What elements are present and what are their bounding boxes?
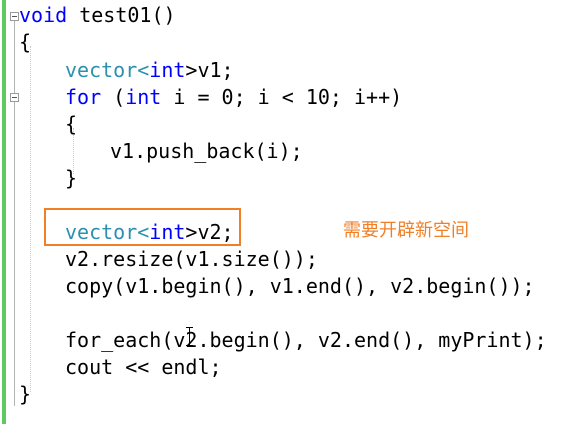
code-text: } xyxy=(65,166,78,190)
keyword: int xyxy=(125,85,162,109)
code-line: for_each(v2.begin(), v2.end(), myPrint); xyxy=(65,327,547,354)
collapse-for-loop-icon[interactable] xyxy=(10,93,19,102)
code-text: copy(v1.begin(), v1.end(), v2.begin()); xyxy=(65,274,535,298)
type-name: vector xyxy=(65,58,138,82)
text-cursor-icon xyxy=(186,327,193,346)
code-text: } xyxy=(19,382,32,406)
code-text: cout << endl; xyxy=(65,355,222,379)
code-line: v1.push_back(i); xyxy=(110,138,303,165)
code-text: ( xyxy=(101,85,126,109)
code-line: vector<int>v1; xyxy=(65,57,234,84)
change-indicator-bar xyxy=(2,0,6,424)
code-text: test01() xyxy=(67,3,176,27)
code-line: cout << endl; xyxy=(65,354,222,381)
keyword: void xyxy=(19,3,68,27)
code-text: v2.resize(v1.size()); xyxy=(65,247,318,271)
code-line: void test01() xyxy=(19,2,176,29)
annotation-highlight-box xyxy=(44,208,241,246)
code-text: { xyxy=(65,112,78,136)
keyword: int xyxy=(149,58,186,82)
code-line: { xyxy=(19,29,31,56)
code-text: >v1; xyxy=(185,58,234,82)
code-line: { xyxy=(65,111,77,138)
keyword: for xyxy=(65,85,102,109)
code-text: v1.push_back(i); xyxy=(110,139,303,163)
type-name: < xyxy=(137,58,150,82)
outline-gutter-line xyxy=(14,20,15,406)
code-line: } xyxy=(19,381,31,408)
code-line: copy(v1.begin(), v1.end(), v2.begin()); xyxy=(65,273,535,300)
code-text: { xyxy=(19,30,32,54)
collapse-function-icon[interactable] xyxy=(10,12,19,21)
annotation-label: 需要开辟新空间 xyxy=(343,220,469,241)
code-text: i = 0; i < 10; i++) xyxy=(161,85,403,109)
code-line: v2.resize(v1.size()); xyxy=(65,246,318,273)
code-text: for_each(v2.begin(), v2.end(), myPrint); xyxy=(65,328,547,352)
indent-guide xyxy=(30,46,31,392)
code-line: for (int i = 0; i < 10; i++) xyxy=(65,84,402,111)
code-line: } xyxy=(65,165,77,192)
